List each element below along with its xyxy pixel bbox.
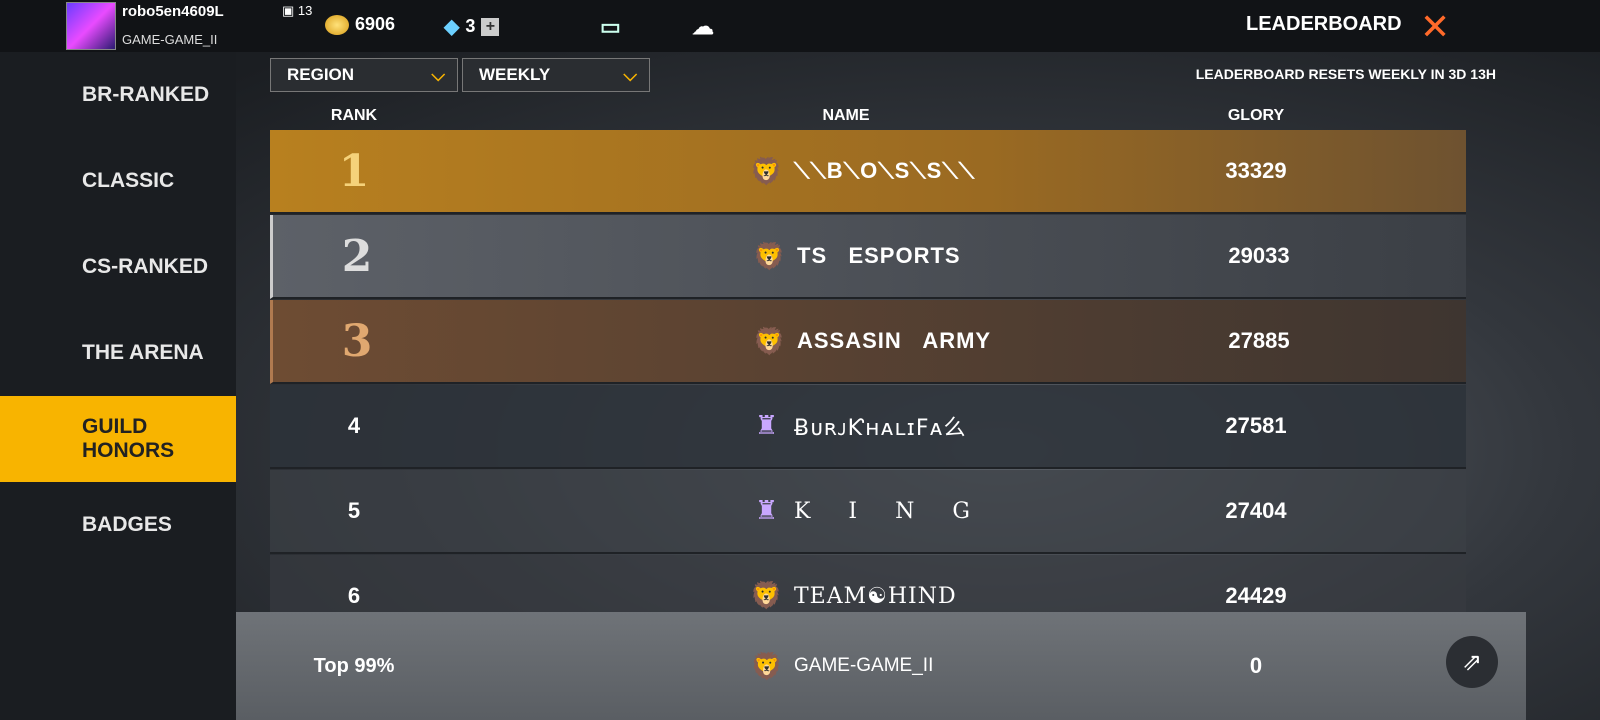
own-rank: Top 99% [313,654,395,677]
guild-name: ASSASIN ARMY [797,328,992,353]
sidebar: BR-RANKED CLASSIC CS-RANKED THE ARENA GU… [0,52,236,720]
guild-name: GAME-GAME_II [122,32,218,47]
table-row[interactable]: 2 🦁 TS ESPORTS 29033 [270,215,1466,299]
sidebar-item-br-ranked[interactable]: BR-RANKED [0,52,236,138]
table-row[interactable]: 1 🦁 ⟍⟍B⟍O⟍S⟍S⟍⟍ 33329 [270,130,1466,214]
table-row[interactable]: 4 ♜ ɃᴜʀᴊƘʜᴀʟɪFᴀ么 27581 [270,385,1466,469]
lion-icon: 🦁 [750,650,784,681]
guild-name: ⟍⟍B⟍O⟍S⟍S⟍⟍ [794,158,976,183]
glory: 27404 [1225,498,1287,523]
share-icon: ⇗ [1461,648,1483,676]
period-label: WEEKLY [479,65,551,84]
column-glory: GLORY [1227,107,1285,124]
sidebar-item-cs-ranked[interactable]: CS-RANKED [0,224,236,310]
rank: 3 [341,315,373,367]
sidebar-item-guild-honors[interactable]: GUILD HONORS [0,396,236,482]
lion-icon: 🦁 [753,240,787,271]
rank: 6 [347,583,361,608]
top-bar: robo5en4609L GAME-GAME_II ▣ 13 6906 ◆ 3 + … [0,0,1600,52]
lion-icon: 🦁 [750,581,784,611]
gold-coin-icon [325,14,349,35]
region-label: REGION [287,65,355,84]
rank: 5 [347,498,361,523]
level: ▣ 13 [282,3,312,19]
guild-name: TS ESPORTS [797,243,961,268]
username: robo5en4609L [122,3,224,20]
cloud-download-icon[interactable]: ☁ [692,14,714,40]
gold-counter: 6906 [325,14,395,35]
guild-name: TEAM☯HIND [794,583,957,609]
gold-value: 6906 [355,14,396,34]
diamond-counter: ◆ 3 + [444,14,500,39]
lion-icon: 🦁 [753,325,787,356]
sidebar-item-the-arena[interactable]: THE ARENA [0,310,236,396]
glory: 24429 [1225,583,1287,608]
glory: 27885 [1228,328,1290,353]
level-value: 13 [297,3,313,18]
period-dropdown[interactable]: WEEKLY ⌵ [462,58,650,92]
guild-name: K I N G [794,498,978,524]
own-glory: 0 [1249,653,1263,678]
glory: 33329 [1225,158,1287,183]
reset-timer: LEADERBOARD RESETS WEEKLY IN 3D 13H [1195,66,1496,82]
own-guild-name: GAME-GAME_II [794,655,934,676]
table-row[interactable]: 3 🦁 ASSASIN ARMY 27885 [270,300,1466,384]
table-row[interactable]: 5 ♜ K I N G 27404 [270,470,1466,554]
glory: 29033 [1228,243,1290,268]
diamond-value: 3 [465,16,476,36]
column-name: NAME [822,107,870,124]
tower-icon: ♜ [754,496,780,526]
rank: 1 [338,145,370,197]
sidebar-item-classic[interactable]: CLASSIC [0,138,236,224]
add-diamonds-button[interactable]: + [481,17,500,36]
rank: 4 [347,413,361,438]
glory: 27581 [1225,413,1287,438]
tower-icon: ♜ [754,411,780,441]
share-button[interactable]: ⇗ [1446,636,1498,688]
lion-icon: 🦁 [750,155,784,186]
guild-name: ɃᴜʀᴊƘʜᴀʟɪFᴀ么 [794,416,967,441]
sidebar-item-badges[interactable]: BADGES [0,482,236,568]
rank: 2 [341,230,373,282]
column-rank: RANK [330,107,378,124]
level-icon: ▣ [282,3,295,18]
own-guild-row: Top 99% 🦁 GAME-GAME_II 0 ⇗ [236,612,1526,720]
card-icon[interactable]: ▭ [600,14,621,40]
close-button[interactable]: ✕ [1420,6,1450,48]
diamond-icon: ◆ [444,16,460,38]
page-title: LEADERBOARD [1246,13,1402,35]
avatar[interactable] [66,2,116,50]
chevron-down-icon: ⌵ [431,64,445,85]
chevron-down-icon: ⌵ [623,64,637,85]
region-dropdown[interactable]: REGION ⌵ [270,58,458,92]
